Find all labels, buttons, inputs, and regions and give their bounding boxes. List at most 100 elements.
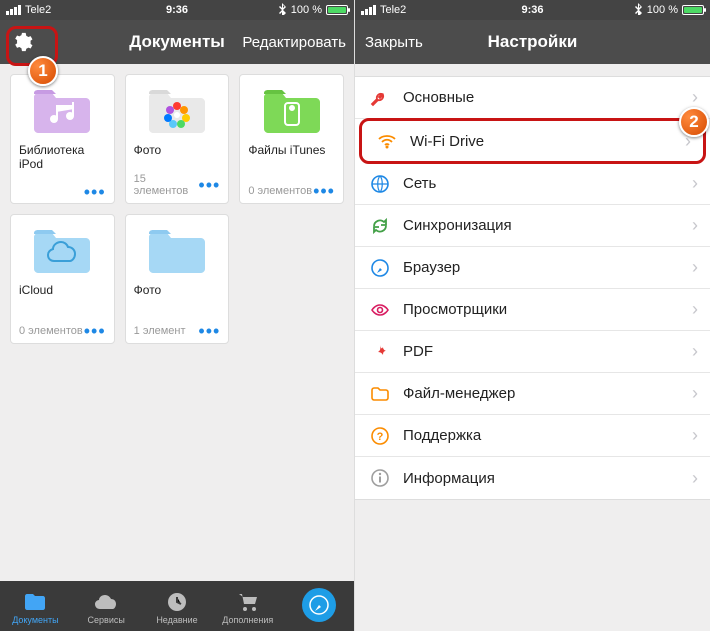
signal-icon bbox=[6, 5, 21, 15]
nav-bar: Закрыть Настройки bbox=[355, 20, 710, 64]
folder-icon bbox=[23, 591, 47, 613]
folder-icon bbox=[19, 223, 106, 279]
nav-bar: Документы Редактировать bbox=[0, 20, 354, 64]
documents-body: Библиотека iPod ••• bbox=[0, 64, 354, 581]
folder-label: Фото bbox=[134, 143, 221, 171]
tab-label: Документы bbox=[12, 615, 58, 625]
folder-photos[interactable]: Фото 15 элементов ••• bbox=[125, 74, 230, 204]
more-icon[interactable]: ••• bbox=[313, 186, 335, 196]
documents-screen: Tele2 9:36 100 % Документы Редак bbox=[0, 0, 355, 631]
pdf-icon bbox=[367, 342, 393, 362]
chevron-right-icon: › bbox=[692, 87, 698, 108]
chevron-right-icon: › bbox=[692, 215, 698, 236]
settings-row-support[interactable]: ? Поддержка › bbox=[355, 415, 710, 457]
close-button[interactable]: Закрыть bbox=[365, 34, 423, 51]
wifi-icon bbox=[374, 131, 400, 151]
sync-icon bbox=[367, 216, 393, 236]
clock: 9:36 bbox=[521, 4, 543, 16]
battery-percent: 100 % bbox=[647, 4, 678, 16]
compass-icon bbox=[367, 258, 393, 278]
folder-label: Библиотека iPod bbox=[19, 143, 106, 172]
globe-icon bbox=[367, 174, 393, 194]
svg-text:?: ? bbox=[377, 431, 384, 443]
settings-body: Основные › Wi-Fi Drive › 2 bbox=[355, 64, 710, 631]
battery-percent: 100 % bbox=[291, 4, 322, 16]
settings-row-wifi-drive[interactable]: Wi-Fi Drive › bbox=[362, 121, 703, 161]
annotation-callout-1: 1 bbox=[28, 56, 58, 86]
folder-icon bbox=[248, 83, 335, 139]
row-label: Wi-Fi Drive bbox=[410, 133, 685, 150]
status-bar: Tele2 9:36 100 % bbox=[355, 0, 710, 20]
folder-icloud[interactable]: iCloud 0 элементов ••• bbox=[10, 214, 115, 344]
clock-icon bbox=[166, 591, 188, 613]
folder-icon bbox=[134, 83, 221, 139]
chevron-right-icon: › bbox=[692, 257, 698, 278]
status-bar: Tele2 9:36 100 % bbox=[0, 0, 354, 20]
cart-icon bbox=[236, 591, 260, 613]
settings-row-sync[interactable]: Синхронизация › bbox=[355, 205, 710, 247]
settings-row-general[interactable]: Основные › bbox=[355, 77, 710, 119]
row-label: Синхронизация bbox=[403, 217, 692, 234]
more-icon[interactable]: ••• bbox=[84, 326, 106, 336]
tab-label: Недавние bbox=[156, 615, 197, 625]
battery-icon bbox=[326, 5, 348, 15]
wrench-icon bbox=[367, 88, 393, 108]
chevron-right-icon: › bbox=[692, 468, 698, 489]
folder-label: Файлы iTunes bbox=[248, 143, 335, 171]
tab-bar: Документы Сервисы Недавние Дополнения bbox=[0, 581, 354, 631]
row-label: Файл-менеджер bbox=[403, 385, 692, 402]
settings-row-network[interactable]: Сеть › bbox=[355, 163, 710, 205]
chevron-right-icon: › bbox=[692, 173, 698, 194]
battery-icon bbox=[682, 5, 704, 15]
tab-addons[interactable]: Дополнения bbox=[212, 591, 283, 625]
folder-icon bbox=[19, 83, 106, 139]
info-icon bbox=[367, 468, 393, 488]
folder-photos-2[interactable]: Фото 1 элемент ••• bbox=[125, 214, 230, 344]
gear-icon bbox=[11, 31, 33, 53]
folder-ipod-library[interactable]: Библиотека iPod ••• bbox=[10, 74, 115, 204]
folder-label: iCloud bbox=[19, 283, 106, 311]
cloud-icon bbox=[93, 591, 119, 613]
chevron-right-icon: › bbox=[692, 383, 698, 404]
row-label: Браузер bbox=[403, 259, 692, 276]
folder-subtitle: 0 элементов bbox=[19, 325, 83, 337]
clock: 9:36 bbox=[166, 4, 188, 16]
settings-row-file-manager[interactable]: Файл-менеджер › bbox=[355, 373, 710, 415]
settings-row-pdf[interactable]: PDF › bbox=[355, 331, 710, 373]
folder-itunes-files[interactable]: Файлы iTunes 0 элементов ••• bbox=[239, 74, 344, 204]
settings-row-viewers[interactable]: Просмотрщики › bbox=[355, 289, 710, 331]
folder-icon bbox=[134, 223, 221, 279]
more-icon[interactable]: ••• bbox=[198, 326, 220, 336]
settings-row-browser[interactable]: Браузер › bbox=[355, 247, 710, 289]
chevron-right-icon: › bbox=[692, 299, 698, 320]
tab-label: Сервисы bbox=[88, 615, 125, 625]
signal-icon bbox=[361, 5, 376, 15]
annotation-highlight-2: Wi-Fi Drive › 2 bbox=[359, 118, 706, 164]
folder-subtitle: 0 элементов bbox=[248, 185, 312, 197]
compass-icon bbox=[302, 588, 336, 622]
row-label: Основные bbox=[403, 89, 692, 106]
carrier-label: Tele2 bbox=[25, 4, 51, 16]
more-icon[interactable]: ••• bbox=[198, 180, 220, 190]
row-label: PDF bbox=[403, 343, 692, 360]
help-icon: ? bbox=[367, 426, 393, 446]
eye-icon bbox=[367, 300, 393, 320]
bluetooth-icon bbox=[635, 3, 643, 18]
carrier-label: Tele2 bbox=[380, 4, 406, 16]
tab-recent[interactable]: Недавние bbox=[142, 591, 213, 625]
settings-screen: Tele2 9:36 100 % Закрыть Настройки bbox=[355, 0, 710, 631]
edit-button[interactable]: Редактировать bbox=[242, 20, 346, 64]
tab-browser[interactable] bbox=[283, 594, 354, 622]
tab-services[interactable]: Сервисы bbox=[71, 591, 142, 625]
more-icon[interactable]: ••• bbox=[84, 187, 106, 197]
folder-subtitle: 15 элементов bbox=[134, 173, 199, 197]
settings-button[interactable] bbox=[6, 26, 38, 58]
annotation-callout-2: 2 bbox=[679, 107, 709, 137]
chevron-right-icon: › bbox=[692, 341, 698, 362]
bluetooth-icon bbox=[279, 3, 287, 18]
tab-documents[interactable]: Документы bbox=[0, 591, 71, 625]
row-label: Сеть bbox=[403, 175, 692, 192]
row-label: Информация bbox=[403, 470, 692, 487]
settings-row-info[interactable]: Информация › bbox=[355, 457, 710, 499]
folder-outline-icon bbox=[367, 384, 393, 404]
